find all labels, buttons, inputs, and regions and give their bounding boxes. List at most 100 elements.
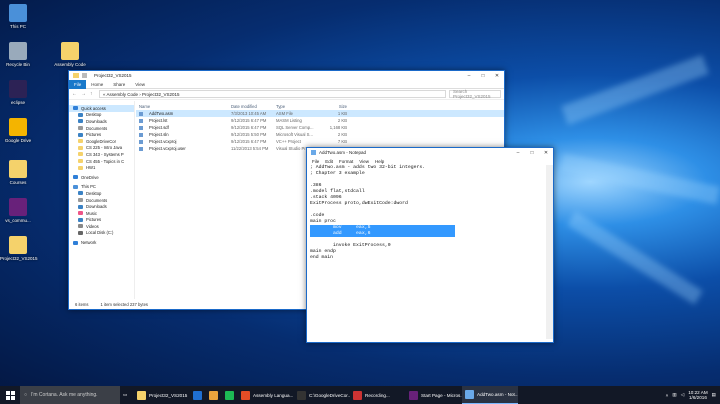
file-date: 9/12/2015 6:47 PM xyxy=(231,118,267,123)
nav-item[interactable]: Pictures xyxy=(69,217,134,224)
file-row[interactable]: Project.vcxproj 9/12/2015 6:47 PM VC++ Pro… xyxy=(136,138,504,145)
nav-item-label: Quick access xyxy=(81,105,106,111)
menu-view[interactable]: View xyxy=(356,159,372,164)
ribbon-tab-file[interactable]: File xyxy=(69,79,87,89)
taskbar-app[interactable] xyxy=(206,386,222,404)
ribbon-tab-view[interactable]: View xyxy=(130,82,150,87)
nav-item[interactable]: Downloads xyxy=(69,203,134,210)
close-button[interactable]: ✕ xyxy=(539,148,553,157)
file-type: MASM Listing xyxy=(276,118,302,123)
address-path[interactable]: « Assembly Code › Project32_VS2015 xyxy=(99,90,446,98)
desktop-icon[interactable]: Assembly Code xyxy=(52,42,88,67)
nav-item-icon xyxy=(78,145,83,150)
wallpaper-beam xyxy=(561,54,709,126)
nav-item[interactable]: HW1 xyxy=(69,164,134,171)
volume-icon[interactable]: ◁ xyxy=(681,392,685,398)
notifications-icon[interactable]: ▤ xyxy=(712,392,716,398)
nav-item[interactable]: Pictures xyxy=(69,131,134,138)
file-row[interactable]: Project.sln 9/12/2015 5:50 PM Microsoft Vi… xyxy=(136,131,504,138)
maximize-button[interactable]: □ xyxy=(476,71,490,80)
notepad-titlebar[interactable]: AddTwo.asm - Notepad – □ ✕ xyxy=(307,148,553,157)
taskbar-app[interactable] xyxy=(190,386,206,404)
taskbar-app[interactable]: Project32_VS2015 xyxy=(134,386,190,404)
file-name: AddTwo.asm xyxy=(136,111,228,116)
network-icon[interactable]: ▥ xyxy=(672,392,676,398)
menu-help[interactable]: Help xyxy=(372,159,387,164)
desktop-icon[interactable]: Google Drive xyxy=(0,118,36,143)
desktop-icon[interactable]: eclipse xyxy=(0,80,36,105)
minimize-button[interactable]: – xyxy=(462,71,476,80)
nav-item[interactable]: Documents xyxy=(69,197,134,204)
search-input[interactable]: Search Project32_VS2015 xyxy=(449,89,501,99)
nav-item[interactable]: Local Disk (C:) xyxy=(69,230,134,237)
vertical-scrollbar[interactable] xyxy=(546,165,553,339)
ribbon-tab-share[interactable]: Share xyxy=(108,82,130,87)
chevron-up-icon[interactable]: ˄ xyxy=(666,393,669,398)
maximize-button[interactable]: □ xyxy=(525,148,539,157)
nav-item[interactable]: Network xyxy=(69,239,134,246)
ribbon-tab-home[interactable]: Home xyxy=(86,82,108,87)
column-size[interactable]: Size xyxy=(320,104,350,109)
nav-item[interactable]: Desktop xyxy=(69,112,134,119)
taskbar-app[interactable]: Recording... xyxy=(350,386,406,404)
file-date: 11/22/2013 5:54 PM xyxy=(231,146,269,151)
desktop-icon-image xyxy=(9,42,27,60)
menu-edit[interactable]: Edit xyxy=(322,159,336,164)
back-icon[interactable]: ← xyxy=(72,91,78,97)
explorer-titlebar[interactable]: Project32_VS2015 – □ ✕ xyxy=(69,71,504,80)
nav-item[interactable]: OneDrive xyxy=(69,174,134,181)
desktop-icon[interactable]: This PC xyxy=(0,4,36,29)
column-name[interactable]: Name xyxy=(136,104,228,109)
file-row[interactable]: AddTwo.asm 7/3/2013 10:45 AM ASM File 1 KB xyxy=(136,110,504,117)
text-editor[interactable]: ; AddTwo.asm - adds two 32-bit integers.… xyxy=(310,165,545,339)
nav-item-icon xyxy=(78,152,83,157)
desktop-icon-image xyxy=(9,198,27,216)
close-button[interactable]: ✕ xyxy=(490,71,504,80)
desktop-icon-label: Assembly Code xyxy=(54,62,86,67)
taskbar-app[interactable]: AddTwo.asm - Not... xyxy=(462,386,518,404)
nav-item-label: OneDrive xyxy=(81,174,99,180)
file-row[interactable]: Project.lst 9/12/2015 6:47 PM MASM Listing… xyxy=(136,117,504,124)
task-view-button[interactable]: ▭ xyxy=(120,386,134,404)
ribbon-tabs: File Home Share View xyxy=(69,79,504,89)
nav-item[interactable]: Videos xyxy=(69,223,134,230)
nav-item-icon xyxy=(78,132,83,137)
clock-date: 1/6/2016 xyxy=(689,395,707,400)
desktop-icon[interactable]: Courses xyxy=(0,160,36,185)
app-icon xyxy=(353,390,362,400)
nav-item[interactable]: CS 455 - Topics in C xyxy=(69,158,134,165)
nav-item[interactable]: Documents xyxy=(69,125,134,132)
taskbar-app[interactable]: Assembly Langua... xyxy=(238,386,294,404)
nav-item[interactable]: This PC xyxy=(69,184,134,191)
column-type[interactable]: Type xyxy=(273,104,320,109)
nav-item[interactable]: Desktop xyxy=(69,190,134,197)
save-icon[interactable] xyxy=(82,73,87,78)
start-button[interactable] xyxy=(0,386,20,404)
clock[interactable]: 10:22 AM 1/6/2016 xyxy=(688,390,707,400)
desktop-icon[interactable]: Recycle Bin xyxy=(0,42,36,67)
taskbar-app[interactable]: Start Page - Micros... xyxy=(406,386,462,404)
menu-file[interactable]: File xyxy=(309,159,322,164)
nav-item[interactable]: Music xyxy=(69,210,134,217)
desktop-icon[interactable]: Project32_VS2015 xyxy=(0,236,38,261)
taskbar-app[interactable]: C:\GoogleDriveCor... xyxy=(294,386,350,404)
nav-item[interactable]: CS 225 - Intro Java xyxy=(69,145,134,152)
nav-item[interactable]: Quick access xyxy=(69,105,134,112)
notepad-window[interactable]: AddTwo.asm - Notepad – □ ✕ File Edit For… xyxy=(306,147,554,343)
menu-format[interactable]: Format xyxy=(336,159,356,164)
file-name: Project.sdf xyxy=(136,125,228,130)
forward-icon[interactable]: → xyxy=(81,91,87,97)
nav-item-icon xyxy=(78,230,83,235)
column-date[interactable]: Date modified xyxy=(228,104,273,109)
taskbar-app[interactable] xyxy=(222,386,238,404)
minimize-button[interactable]: – xyxy=(511,148,525,157)
nav-item[interactable]: Downloads xyxy=(69,118,134,125)
up-icon[interactable]: ↑ xyxy=(90,91,96,97)
desktop-icon[interactable]: vs_commu... xyxy=(0,198,36,223)
nav-item[interactable]: CS 343 - Systems P xyxy=(69,151,134,158)
nav-item-icon xyxy=(78,198,83,203)
window-title: AddTwo.asm - Notepad xyxy=(319,150,367,155)
file-row[interactable]: Project.sdf 9/12/2015 6:47 PM SQL Server C… xyxy=(136,124,504,131)
cortana-search[interactable]: ○ I'm Cortana. Ask me anything. xyxy=(20,386,120,404)
nav-item[interactable]: GoogleDriveCor xyxy=(69,138,134,145)
